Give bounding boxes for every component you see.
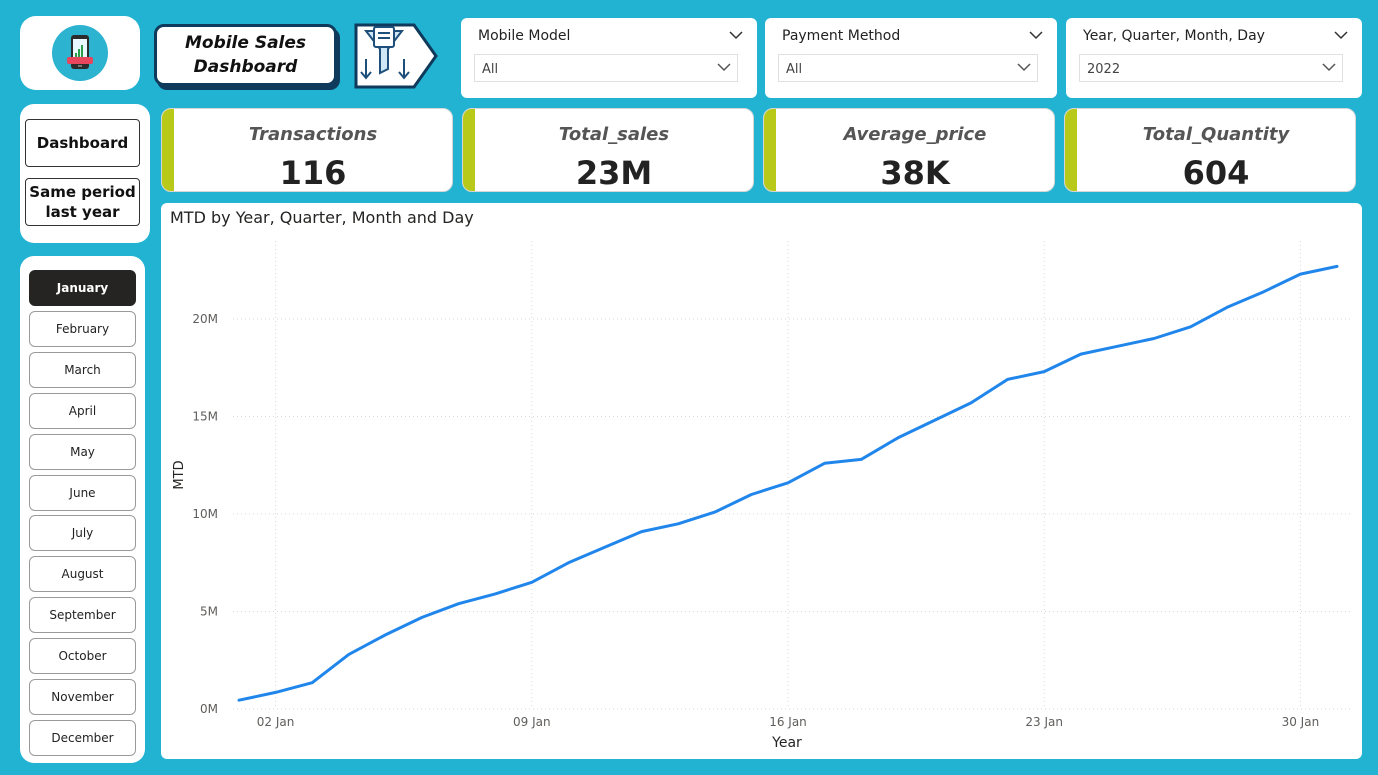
kpi-value: 23M	[575, 154, 653, 192]
kpi-card-total-sales: Total_sales 23M	[462, 108, 754, 192]
month-button-november[interactable]: November	[29, 679, 136, 715]
month-button-august[interactable]: August	[29, 556, 136, 593]
month-button-february[interactable]: February	[29, 310, 136, 347]
x-tick-label: 09 Jan	[513, 715, 551, 729]
dashboard-title: Mobile Sales Dashboard	[184, 33, 307, 77]
kpi-card-transactions: Transactions 116	[161, 108, 453, 192]
filter-funnel-icon	[354, 23, 438, 89]
same-period-last-year-button[interactable]: Same period last year	[25, 178, 140, 226]
logo-card	[20, 16, 140, 90]
chevron-down-icon[interactable]	[729, 30, 743, 40]
x-tick-label: 02 Jan	[257, 715, 295, 729]
chevron-down-icon[interactable]	[1334, 30, 1348, 40]
kpi-card-average-price: Average_price 38K	[763, 108, 1055, 192]
mobile-sales-icon	[52, 25, 108, 81]
month-button-january[interactable]: January	[29, 270, 136, 306]
slicer-title: Payment Method	[782, 28, 901, 44]
slicer-payment-method: Payment Method All	[765, 18, 1057, 98]
y-axis-label: MTD	[172, 460, 187, 489]
month-slicer: January February March April May June July Augu…	[20, 256, 145, 763]
chevron-down-icon[interactable]	[1029, 30, 1043, 40]
x-axis-label: Year	[771, 735, 802, 751]
month-button-may[interactable]: May	[29, 433, 136, 470]
chevron-down-icon	[1017, 63, 1031, 72]
month-button-july[interactable]: July	[29, 515, 136, 552]
chevron-down-icon	[1322, 63, 1336, 72]
payment-method-dropdown[interactable]: All	[778, 54, 1038, 82]
kpi-label: Total_Quantity	[1142, 124, 1290, 145]
dropdown-value: All	[482, 62, 499, 77]
kpi-accent-bar	[463, 109, 475, 191]
filter-button[interactable]	[352, 23, 440, 89]
y-tick-label: 15M	[192, 410, 218, 424]
date-hierarchy-dropdown[interactable]: 2022	[1079, 54, 1343, 82]
month-button-april[interactable]: April	[29, 392, 136, 429]
slicer-title: Mobile Model	[478, 28, 571, 44]
kpi-value: 116	[279, 154, 347, 192]
month-button-june[interactable]: June	[29, 474, 136, 511]
y-tick-label: 0M	[200, 702, 218, 716]
month-button-march[interactable]: March	[29, 351, 136, 388]
kpi-label: Total_sales	[558, 124, 670, 145]
kpi-card-total-quantity: Total_Quantity 604	[1064, 108, 1356, 192]
kpi-label: Average_price	[843, 124, 987, 145]
kpi-accent-bar	[1065, 109, 1077, 191]
kpi-value: 38K	[880, 154, 950, 192]
dropdown-value: All	[786, 62, 803, 77]
dropdown-value: 2022	[1087, 62, 1121, 77]
dashboard-button[interactable]: Dashboard	[25, 119, 140, 167]
dashboard-title-card: Mobile Sales Dashboard	[154, 24, 337, 86]
x-tick-label: 30 Jan	[1282, 715, 1320, 729]
month-button-september[interactable]: September	[29, 597, 136, 634]
slicer-mobile-model: Mobile Model All	[461, 18, 757, 98]
y-tick-label: 5M	[200, 605, 218, 619]
slicer-title: Year, Quarter, Month, Day	[1083, 28, 1265, 44]
month-button-december[interactable]: December	[29, 719, 136, 756]
kpi-label: Transactions	[248, 124, 378, 145]
month-button-october[interactable]: October	[29, 638, 136, 675]
x-tick-label: 16 Jan	[769, 715, 807, 729]
chart-canvas: 0M 5M 10M 15M 20M 02 Jan 09 Jan 16 Jan 23 Jan 30 …	[172, 241, 1351, 751]
kpi-accent-bar	[764, 109, 776, 191]
kpi-value: 604	[1182, 154, 1250, 192]
nav-panel: Dashboard Same period last year	[20, 104, 150, 243]
mtd-series-line	[237, 264, 1339, 702]
y-tick-label: 10M	[192, 507, 218, 521]
x-tick-label: 23 Jan	[1025, 715, 1063, 729]
y-tick-label: 20M	[192, 312, 218, 326]
mobile-model-dropdown[interactable]: All	[474, 54, 738, 82]
kpi-accent-bar	[162, 109, 174, 191]
chevron-down-icon	[717, 63, 731, 72]
mtd-line-chart: MTD by Year, Quarter, Month and Day 0M 5M…	[161, 203, 1362, 759]
slicer-date-hierarchy: Year, Quarter, Month, Day 2022	[1066, 18, 1362, 98]
